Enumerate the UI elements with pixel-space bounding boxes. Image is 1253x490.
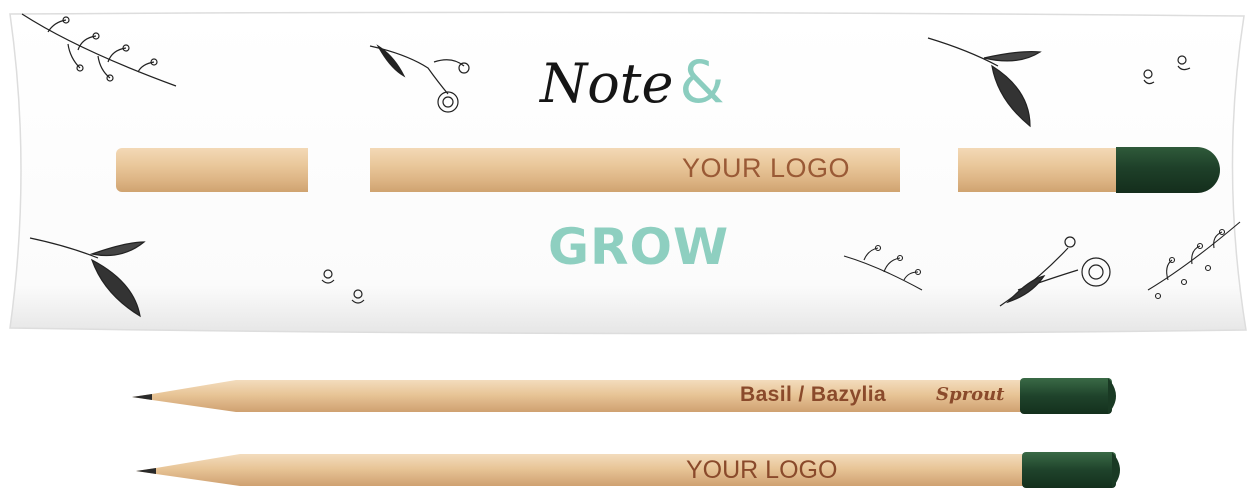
title-text: Note xyxy=(540,52,674,115)
pencil-logo xyxy=(136,450,1128,490)
sleeve-title: Note & xyxy=(540,48,725,116)
ampersand-text: & xyxy=(679,48,725,116)
pencil-basil-label: Basil / Bazylia xyxy=(740,383,887,406)
pencil-window-left xyxy=(116,148,308,192)
sprout-brand-logo: Sprout xyxy=(936,384,1005,405)
sleeve-logo-text: YOUR LOGO xyxy=(682,153,851,183)
sleeve-subtitle: GROW xyxy=(548,218,730,276)
seed-capsule xyxy=(1116,147,1220,193)
pencil-window-right xyxy=(958,148,1118,192)
pencil-logo-label: YOUR LOGO xyxy=(686,456,838,484)
